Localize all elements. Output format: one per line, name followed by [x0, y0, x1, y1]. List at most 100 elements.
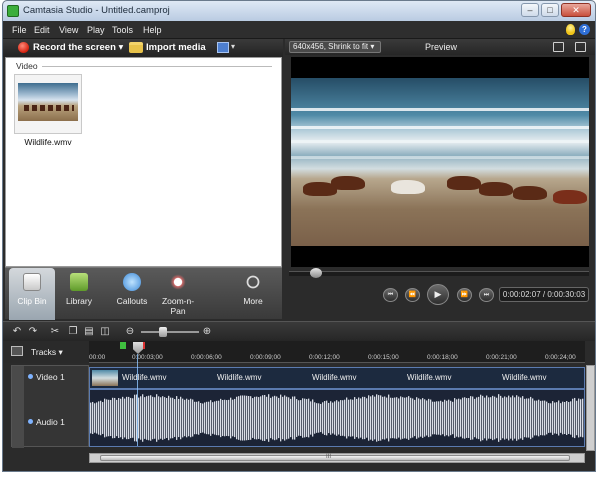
tab-clip-bin[interactable]: Clip Bin — [9, 268, 55, 320]
cut-icon[interactable]: ✂ — [49, 326, 61, 338]
wave-stripe — [291, 140, 589, 143]
waveform-bar — [272, 396, 274, 440]
waveform-bar — [540, 400, 542, 436]
waveform-bar — [396, 397, 398, 439]
tracks-menu[interactable]: Tracks ▾ — [31, 347, 63, 358]
waveform-bar — [178, 398, 180, 438]
video-clip-label: Wildlife.wmv — [122, 373, 167, 382]
menu-file[interactable]: File — [12, 25, 27, 35]
produce-share-icon[interactable] — [217, 42, 229, 53]
menu-help[interactable]: Help — [143, 25, 162, 35]
menu-play[interactable]: Play — [87, 25, 105, 35]
split-icon[interactable]: ◫ — [99, 326, 111, 338]
tab-library[interactable]: Library — [55, 268, 103, 320]
audio-track-name[interactable]: Audio 1 — [36, 417, 65, 427]
timeline-vertical-scrollbar[interactable] — [586, 365, 595, 451]
track-lock-strip[interactable] — [12, 366, 24, 448]
waveform-bar — [236, 396, 238, 440]
tab-label: Zoom-n-Pan — [161, 296, 195, 316]
zoom-out-icon[interactable]: ⊖ — [124, 326, 136, 338]
ruler-tick: 0:00:24;00 — [545, 354, 576, 361]
zoom-slider-track[interactable] — [141, 331, 199, 333]
scrollbar-thumb[interactable]: III — [100, 454, 570, 461]
waveform-bar — [168, 395, 170, 441]
video-preview — [291, 57, 589, 267]
copy-icon[interactable]: ❐ — [67, 326, 79, 338]
waveform-bar — [516, 395, 518, 441]
import-media-button[interactable]: Import media — [146, 42, 206, 53]
timeline-toolbar: ↶ ↷ ✂ ❐ ▤ ◫ ⊖ ⊕ — [3, 321, 595, 341]
waveform-bar — [300, 400, 302, 436]
menu-view[interactable]: View — [59, 25, 78, 35]
waveform-bar — [322, 402, 324, 434]
waveform-bar — [486, 395, 488, 441]
waveform-bar — [546, 401, 548, 435]
preview-scrub-bar[interactable] — [289, 271, 589, 276]
waveform-bar — [356, 398, 358, 438]
paste-icon[interactable]: ▤ — [83, 326, 95, 338]
menu-tools[interactable]: Tools — [112, 25, 133, 35]
zoom-slider-handle[interactable] — [159, 327, 167, 337]
waveform-bar — [196, 401, 198, 435]
waveform-bar — [440, 400, 442, 436]
waveform-bar — [576, 400, 578, 436]
camtasia-app-icon — [7, 5, 19, 17]
preview-size-select[interactable]: 640x456, Shrink to fit ▾ — [289, 41, 381, 53]
clip-thumbnail[interactable] — [14, 74, 82, 134]
help-icon[interactable]: ? — [579, 24, 590, 35]
waveform-bar — [550, 403, 552, 433]
rewind-button[interactable]: ⏪ — [405, 288, 420, 302]
produce-dropdown-arrow[interactable]: ▾ — [231, 42, 235, 51]
waveform-bar — [504, 396, 506, 440]
waveform-bar — [294, 396, 296, 440]
fullscreen-icon[interactable] — [553, 42, 564, 52]
record-icon[interactable] — [18, 42, 29, 53]
detach-preview-icon[interactable] — [575, 42, 586, 52]
wave-stripe — [291, 126, 589, 129]
menu-edit[interactable]: Edit — [34, 25, 50, 35]
video-track-name[interactable]: Video 1 — [36, 372, 65, 382]
fast-forward-button[interactable]: ⏩ — [457, 288, 472, 302]
waveform-bar — [112, 397, 114, 439]
waveform-bar — [436, 401, 438, 435]
waveform-bar — [94, 403, 96, 433]
waveform-bar — [518, 396, 520, 440]
timeline-horizontal-scrollbar[interactable]: III — [89, 453, 585, 463]
video-track-clip[interactable]: Wildlife.wmv Wildlife.wmv Wildlife.wmv W… — [89, 367, 585, 389]
tab-zoom-n-pan[interactable]: Zoom-n-Pan — [153, 268, 203, 320]
record-screen-button[interactable]: Record the screen ▾ — [33, 42, 123, 53]
waveform-bar — [246, 395, 248, 441]
waveform-bar — [254, 396, 256, 440]
maximize-button[interactable]: □ — [541, 3, 559, 17]
selection-start-marker[interactable] — [120, 342, 126, 349]
timeline-ruler[interactable]: 00:00 0:00:03;00 0:00:06;00 0:00:09;00 0… — [89, 341, 585, 363]
skip-to-end-button[interactable]: ⏭ — [479, 288, 494, 302]
waveform-bar — [452, 401, 454, 435]
audio-track-clip[interactable] — [89, 389, 585, 447]
waveform-bar — [138, 397, 140, 439]
zoom-in-icon[interactable]: ⊕ — [201, 326, 213, 338]
close-button[interactable]: ✕ — [561, 3, 591, 17]
waveform-bar — [456, 399, 458, 437]
play-button[interactable]: ▶ — [427, 284, 449, 305]
tab-more[interactable]: More — [227, 268, 279, 320]
waveform-bar — [454, 398, 456, 438]
waveform-bar — [532, 398, 534, 438]
timecode-display: 0:00:02:07 / 0:00:30:03 — [499, 287, 589, 302]
redo-icon[interactable]: ↷ — [27, 326, 39, 338]
waveform-bar — [128, 396, 130, 440]
import-folder-icon[interactable] — [129, 42, 143, 53]
skip-to-start-button[interactable]: ⏮ — [383, 288, 398, 302]
lightbulb-icon[interactable] — [566, 24, 575, 35]
audio-waveform — [90, 394, 584, 442]
scrub-handle[interactable] — [310, 268, 322, 278]
waveform-bar — [510, 397, 512, 439]
minimize-button[interactable]: – — [521, 3, 539, 17]
tab-callouts[interactable]: Callouts — [109, 268, 155, 320]
waveform-bar — [548, 403, 550, 433]
undo-icon[interactable]: ↶ — [11, 326, 23, 338]
waveform-bar — [166, 397, 168, 439]
tracks-list-icon[interactable] — [11, 346, 23, 356]
preview-label: Preview — [425, 42, 458, 52]
waveform-bar — [526, 398, 528, 438]
